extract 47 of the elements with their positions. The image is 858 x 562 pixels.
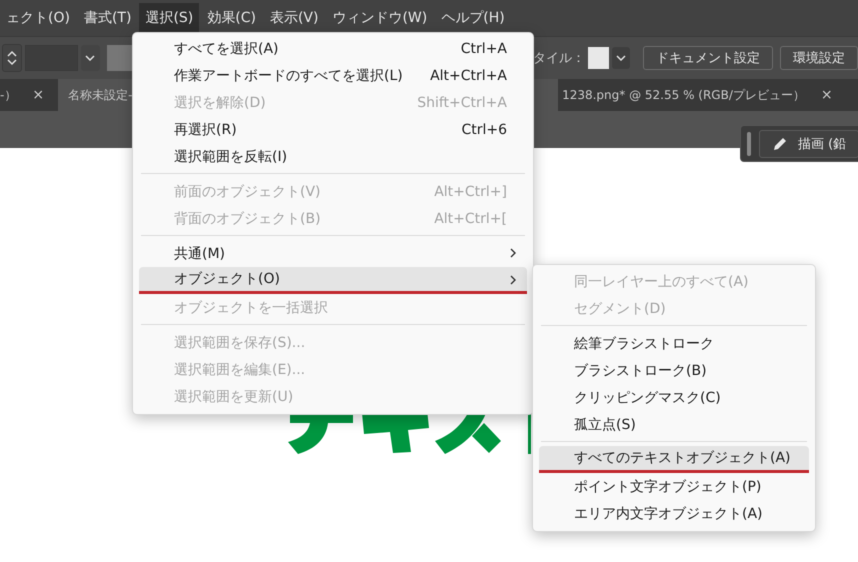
menu-bar-item[interactable]: 書式(T) — [78, 3, 138, 33]
menu-item[interactable]: 絵筆ブラシストローク — [539, 330, 809, 357]
dropdown-button[interactable] — [80, 45, 100, 71]
menu-bar-item[interactable]: ウィンドウ(W) — [326, 3, 434, 33]
color-swatch[interactable] — [588, 47, 610, 69]
menu-item[interactable]: 孤立点(S) — [539, 411, 809, 438]
menu-item[interactable]: 選択範囲を反転(I) — [139, 143, 527, 170]
menu-item[interactable]: オブジェクト(O) — [139, 267, 527, 294]
draw-button[interactable]: 描画 (鉛 — [759, 130, 858, 158]
close-icon[interactable]: × — [28, 87, 48, 103]
grip-handle[interactable] — [747, 132, 751, 156]
menu-item[interactable]: クリッピングマスク(C) — [539, 384, 809, 411]
shortcut-label: Ctrl+6 — [461, 122, 507, 138]
menu-bar-item[interactable]: 表示(V) — [264, 3, 324, 33]
chevron-right-icon — [510, 248, 517, 258]
menu-item[interactable]: 作業アートボードのすべてを選択(L) Alt+Ctrl+A — [139, 62, 527, 89]
menu-item[interactable]: すべてのテキストオブジェクト(A) — [539, 446, 809, 473]
shortcut-label: Shift+Ctrl+A — [417, 94, 507, 110]
toolbar-button[interactable]: 環境設定 — [780, 46, 858, 70]
toolbar-button[interactable]: ドキュメント設定 — [643, 46, 774, 70]
shortcut-label: Alt+Ctrl+A — [430, 68, 507, 84]
tab-label: 1238.png* @ 52.55 % (RGB/プレビュー） — [562, 86, 805, 104]
menu-bar-item[interactable]: ヘルプ(H) — [435, 3, 511, 33]
shortcut-label: Alt+Ctrl+] — [434, 184, 507, 200]
chevron-down-icon — [85, 55, 96, 61]
menu-item[interactable]: ポイント文字オブジェクト(P) — [539, 473, 809, 500]
tab-label: 名称未設定- — [68, 86, 132, 104]
shortcut-label: Ctrl+A — [460, 40, 507, 56]
close-icon[interactable]: × — [816, 87, 837, 103]
pencil-icon — [772, 136, 788, 152]
shortcut-label: Alt+Ctrl+[ — [434, 210, 507, 226]
menu-bar-item[interactable]: 効果(C) — [201, 3, 262, 33]
menu-bar-item[interactable]: 選択(S) — [139, 3, 200, 33]
menu-item[interactable]: 共通(M) — [139, 240, 527, 267]
style-label: タイル： — [532, 50, 585, 67]
document-tab[interactable]: 1238.png* @ 52.55 % (RGB/プレビュー） × — [558, 79, 847, 111]
dropdown-button[interactable] — [612, 47, 630, 69]
chevron-right-icon — [510, 275, 517, 285]
chevron-down-icon — [616, 55, 626, 61]
menu-item[interactable]: ブラシストローク(B) — [539, 357, 809, 384]
menu-bar-item[interactable]: ェクト(O) — [0, 3, 76, 33]
stepper-button[interactable] — [2, 44, 22, 72]
up-down-icon — [6, 50, 17, 66]
menu-item[interactable]: すべてを選択(A) Ctrl+A — [139, 35, 527, 62]
menu-item[interactable]: エリア内文字オブジェクト(A) — [539, 500, 809, 527]
tab-label: -） — [0, 86, 16, 104]
document-tab[interactable]: -） × — [0, 79, 58, 111]
